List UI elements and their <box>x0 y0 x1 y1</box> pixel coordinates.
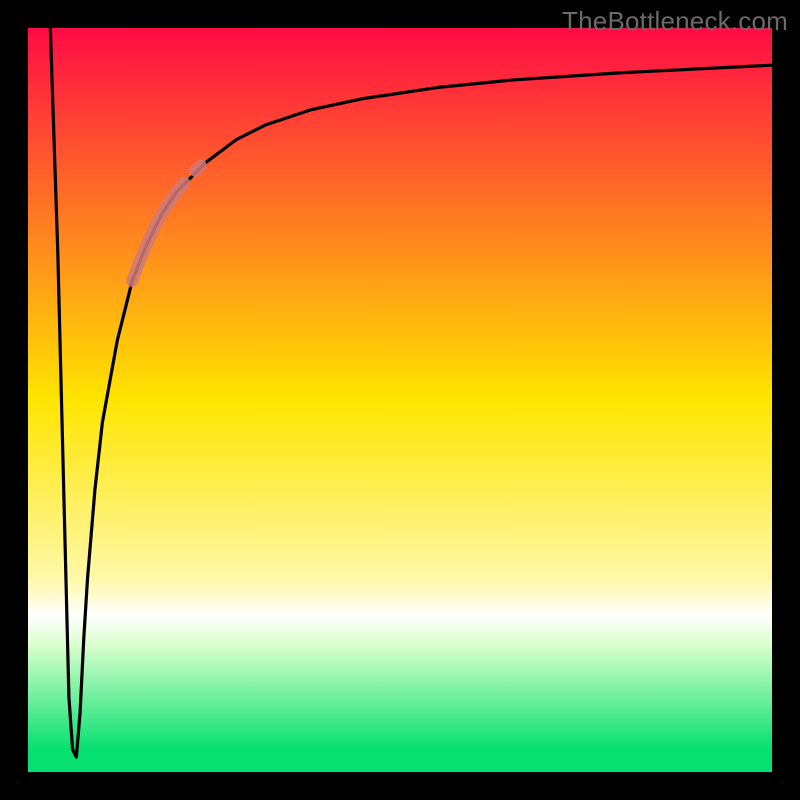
plot-background <box>28 28 772 772</box>
watermark-text: TheBottleneck.com <box>562 6 788 37</box>
highlight-dot <box>195 166 200 171</box>
chart-stage: TheBottleneck.com <box>0 0 800 800</box>
bottleneck-chart <box>0 0 800 800</box>
